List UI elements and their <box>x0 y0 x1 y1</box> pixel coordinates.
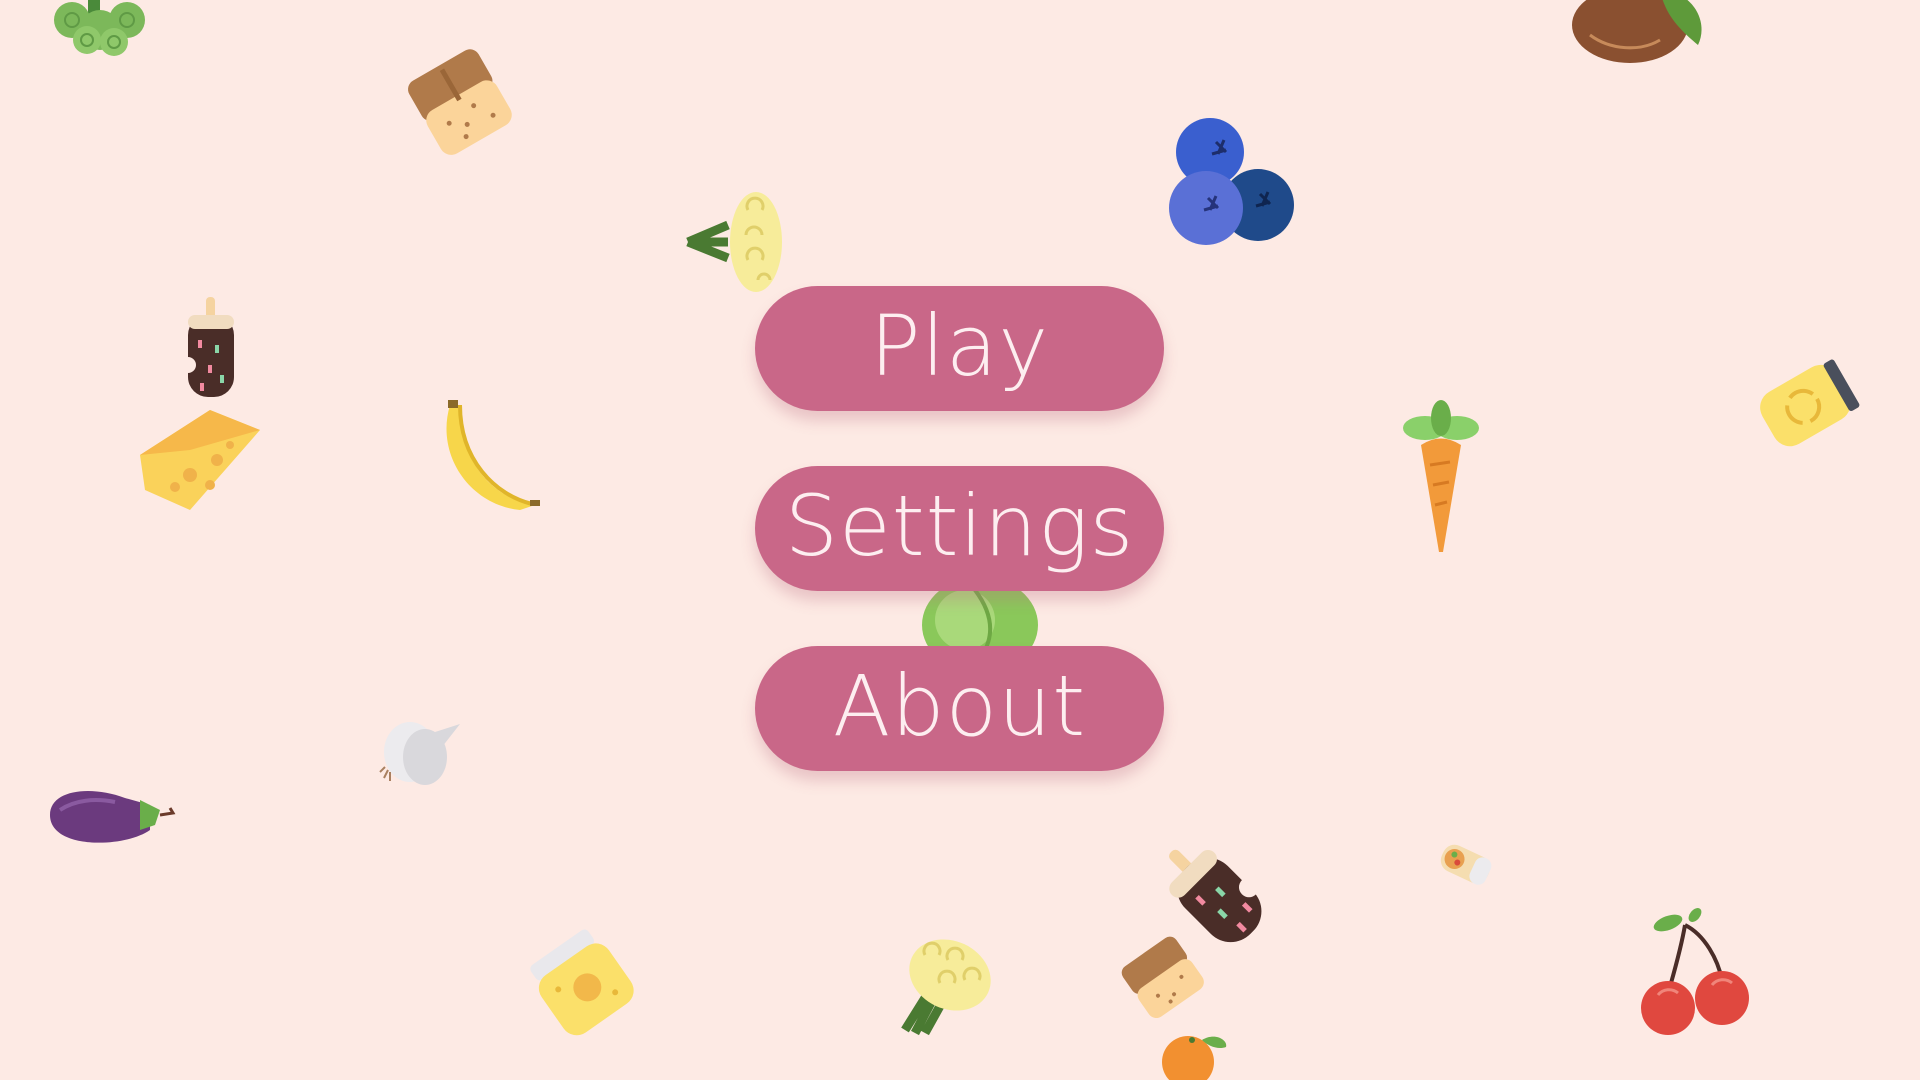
eggplant-icon <box>45 780 176 850</box>
about-button-label: About <box>832 656 1087 755</box>
hazelnut-icon <box>1570 0 1705 70</box>
honey-jar-icon <box>1750 350 1860 450</box>
garlic-icon <box>379 712 460 787</box>
main-menu-screen: Play Settings About <box>0 0 1920 1080</box>
burrito-icon <box>1435 840 1495 890</box>
about-button[interactable]: About <box>755 646 1164 771</box>
cauliflower-icon <box>890 935 995 1036</box>
carrot-icon <box>1395 400 1485 555</box>
wafer-bar-icon <box>400 40 520 165</box>
broccoli-icon <box>42 0 152 65</box>
cauliflower-icon <box>686 190 788 295</box>
cherries-icon <box>1640 905 1755 1040</box>
blueberries-icon <box>1168 118 1294 250</box>
popsicle-icon <box>180 295 240 405</box>
honey-jar-icon <box>530 929 635 1040</box>
wafer-bar-icon <box>1120 932 1205 1022</box>
settings-button[interactable]: Settings <box>755 466 1164 591</box>
orange-icon <box>1160 1032 1230 1080</box>
play-button-label: Play <box>869 296 1050 395</box>
play-button[interactable]: Play <box>755 286 1164 411</box>
settings-button-label: Settings <box>784 476 1135 575</box>
banana-icon <box>440 400 540 520</box>
cheese-icon <box>135 405 265 515</box>
